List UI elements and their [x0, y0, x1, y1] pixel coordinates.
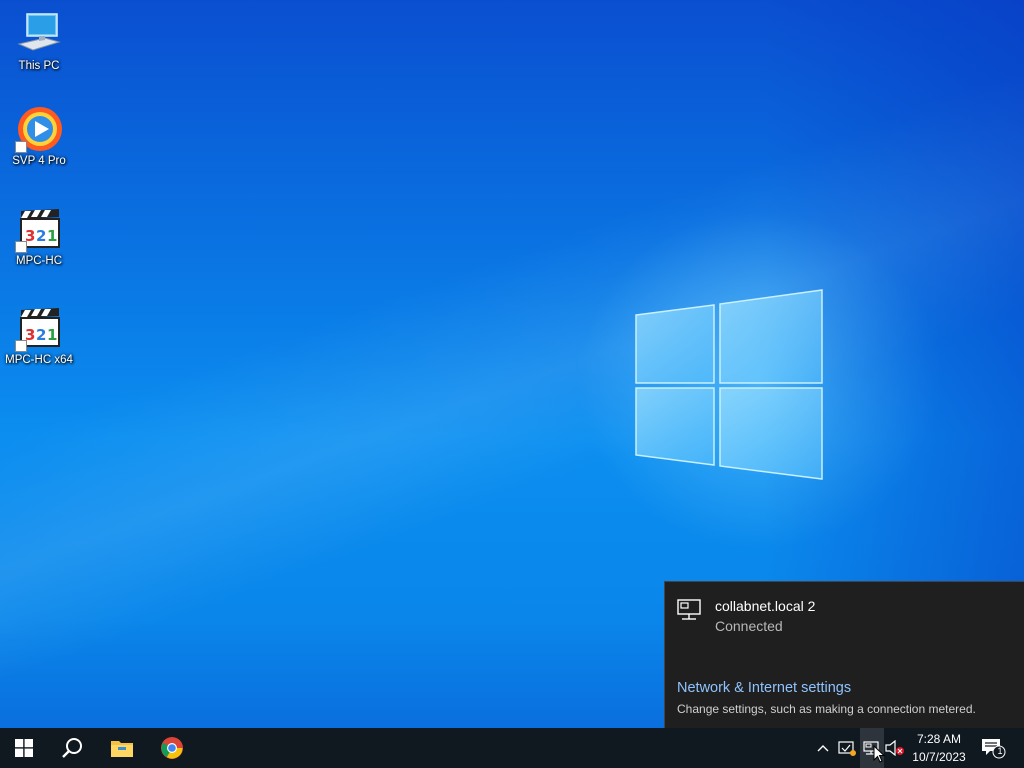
tray-volume-button[interactable]	[884, 728, 906, 768]
chrome-icon	[161, 737, 183, 759]
shortcut-arrow-icon	[15, 340, 27, 352]
notification-count: 1	[997, 746, 1003, 756]
search-icon	[62, 738, 82, 758]
chrome-button[interactable]	[148, 728, 196, 768]
mouse-cursor-icon	[873, 745, 885, 763]
network-entry[interactable]: collabnet.local 2 Connected	[677, 598, 815, 634]
svp-icon	[15, 105, 63, 153]
security-icon	[838, 741, 856, 756]
shortcut-arrow-icon	[15, 241, 27, 253]
network-flyout: collabnet.local 2 Connected Network & In…	[664, 581, 1024, 728]
desktop-icon-label: MPC-HC	[16, 255, 62, 267]
network-status: Connected	[715, 618, 783, 634]
desktop-icon-mpc-hc-x64[interactable]: 3 2 1 MPC-HC x64	[1, 304, 77, 366]
svg-text:2: 2	[36, 227, 46, 245]
volume-muted-icon	[885, 740, 904, 756]
action-center-button[interactable]: 1	[976, 728, 1010, 768]
network-name: collabnet.local 2	[715, 598, 816, 614]
windows-logo-wallpaper	[635, 289, 823, 480]
desktop[interactable]: This PC SVP 4 Pro 3 2 1 MPC-HC 3 2 1 MPC…	[0, 0, 1024, 728]
clock-date: 10/7/2023	[912, 750, 966, 764]
svg-text:1: 1	[47, 227, 57, 245]
clock-time: 7:28 AM	[916, 732, 962, 746]
desktop-icon-this-pc[interactable]: This PC	[1, 10, 77, 72]
clock[interactable]: 7:28 AM 10/7/2023	[906, 730, 972, 766]
mpc-hc-x64-icon: 3 2 1	[15, 304, 63, 352]
desktop-icon-svp[interactable]: SVP 4 Pro	[1, 105, 77, 167]
svg-text:1: 1	[47, 326, 57, 344]
search-button[interactable]	[48, 728, 96, 768]
desktop-icon-label: SVP 4 Pro	[12, 155, 66, 167]
taskbar: 7:28 AM 10/7/2023 1	[0, 728, 1024, 768]
start-icon	[15, 739, 33, 757]
ethernet-icon	[677, 599, 701, 620]
chevron-up-icon	[817, 745, 829, 752]
file-explorer-icon	[111, 741, 133, 757]
network-settings-link[interactable]: Network & Internet settings	[677, 680, 851, 696]
start-button[interactable]	[0, 728, 48, 768]
shortcut-arrow-icon	[15, 141, 27, 153]
mpc-hc-icon: 3 2 1	[15, 205, 63, 253]
file-explorer-button[interactable]	[98, 728, 146, 768]
desktop-icon-label: This PC	[18, 60, 60, 72]
network-settings-description: Change settings, such as making a connec…	[677, 702, 976, 716]
desktop-icon-mpc-hc[interactable]: 3 2 1 MPC-HC	[1, 205, 77, 267]
svg-text:2: 2	[36, 326, 46, 344]
tray-security-button[interactable]	[835, 728, 859, 768]
show-hidden-icons-button[interactable]	[812, 728, 834, 768]
desktop-icon-label: MPC-HC x64	[5, 354, 73, 366]
this-pc-icon	[15, 10, 63, 58]
